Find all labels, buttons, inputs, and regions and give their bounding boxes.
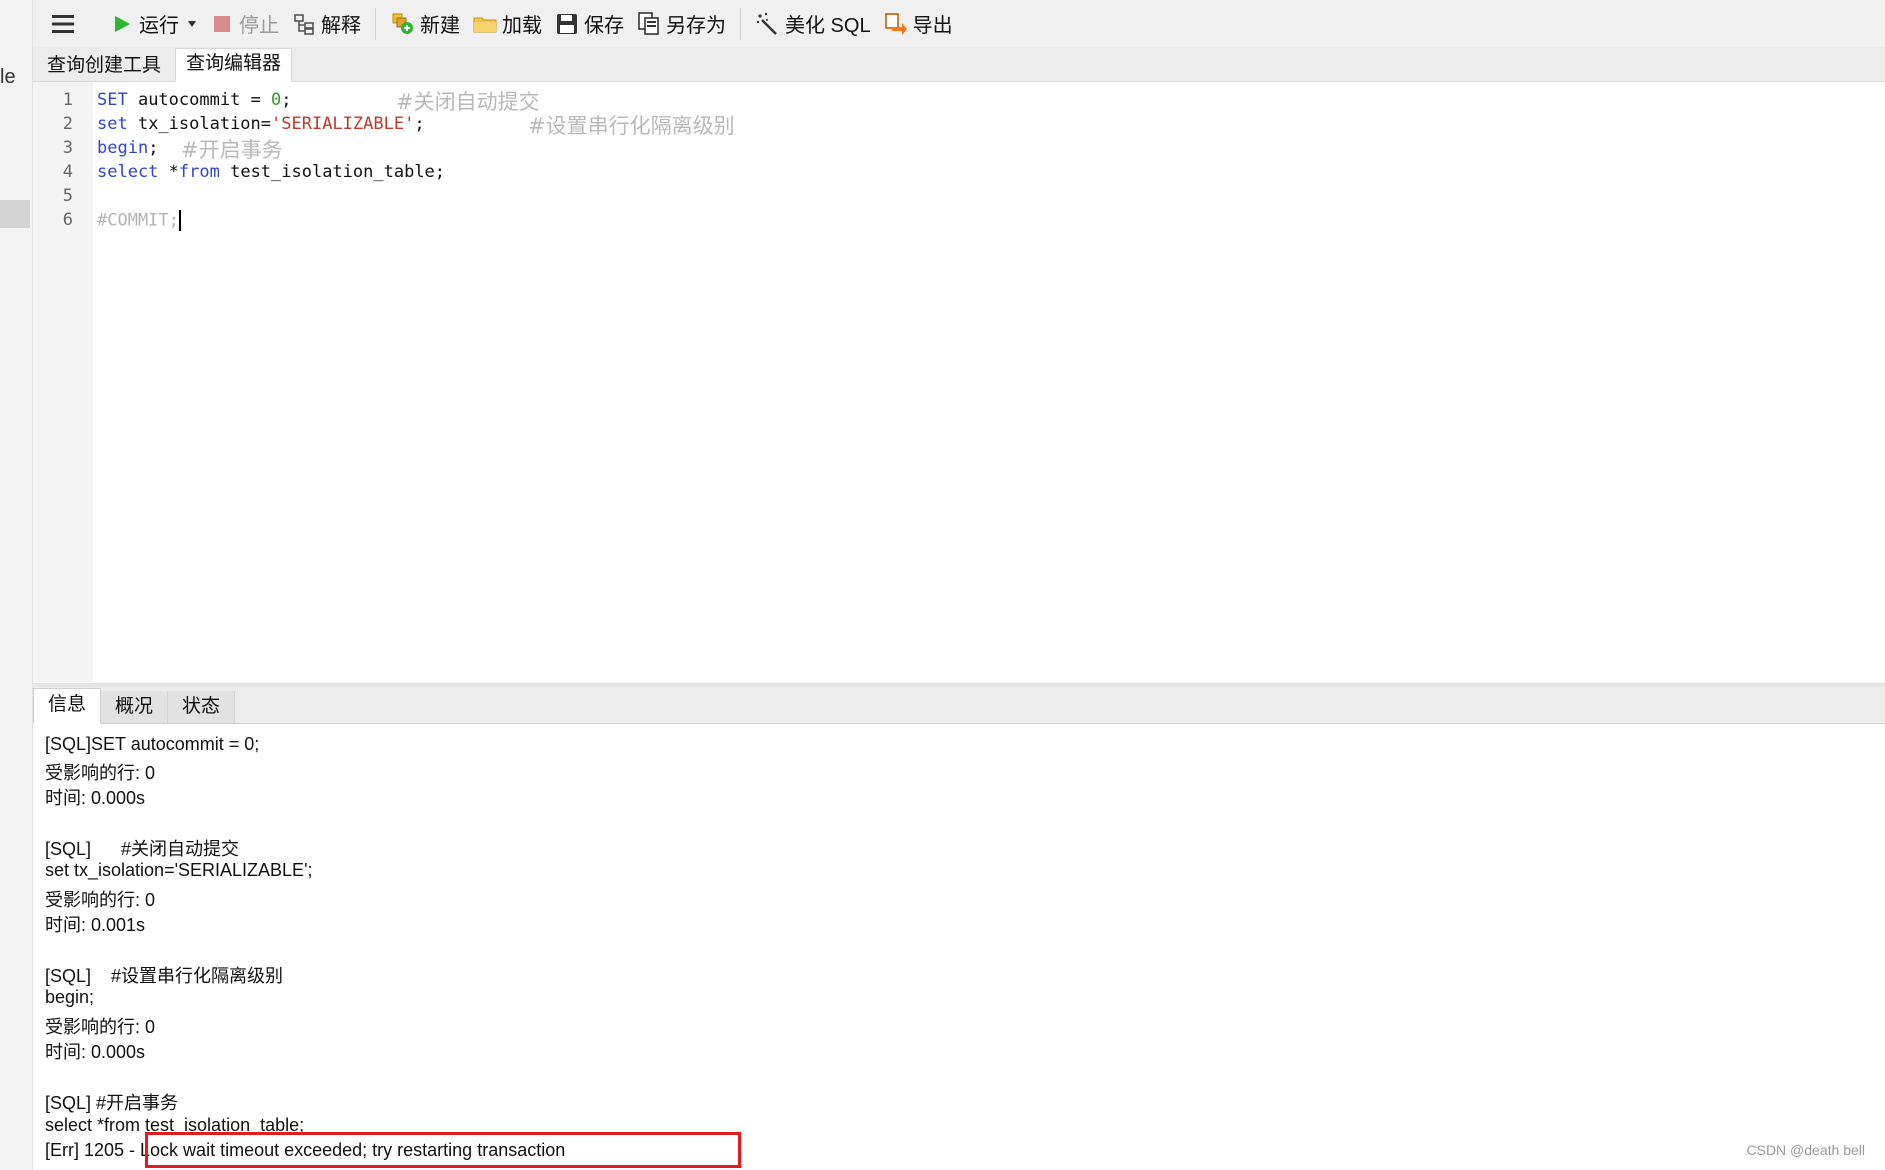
error-highlight-box: [145, 1132, 741, 1168]
sql-editor[interactable]: 1 2 3 4 5 6 SET autocommit = 0; #关闭自动提交 …: [33, 82, 1885, 682]
tab-status[interactable]: 状态: [168, 691, 236, 723]
line-number: 6: [62, 210, 73, 230]
editor-tab-bar: 查询创建工具 查询编辑器: [33, 47, 1885, 82]
line-number-gutter: 1 2 3 4 5 6: [33, 82, 93, 682]
code-comment: #开启事务: [181, 138, 283, 162]
toolbar-separator: [740, 7, 741, 40]
line-number: 2: [62, 114, 73, 134]
sql-keyword: begin: [97, 138, 149, 158]
code-text: ;: [281, 90, 292, 110]
sql-string: 'SERIALIZABLE': [271, 114, 415, 134]
result-line: [SQL] #设置串行化隔离级别: [45, 966, 284, 986]
result-line: [SQL]SET autocommit = 0;: [45, 734, 260, 754]
export-label: 导出: [912, 15, 953, 37]
run-dropdown-button[interactable]: [185, 4, 199, 44]
load-label: 加载: [502, 15, 542, 37]
save-button[interactable]: 保存: [548, 4, 630, 44]
result-messages: [SQL]SET autocommit = 0; 受影响的行: 0 时间: 0.…: [33, 724, 1885, 1170]
left-panel-label: le: [0, 66, 16, 88]
tab-query-builder[interactable]: 查询创建工具: [37, 51, 171, 81]
sql-number: 0: [271, 90, 282, 110]
stop-label: 停止: [239, 15, 279, 37]
run-button[interactable]: 运行: [103, 4, 185, 44]
line-number: 4: [62, 162, 73, 182]
stop-icon: [209, 11, 235, 37]
dropdown-arrow-icon: [188, 20, 196, 27]
line-number: 5: [62, 186, 73, 206]
code-text: test_isolation_table;: [219, 162, 446, 182]
explain-tree-icon: [291, 11, 317, 37]
code-line-1: SET autocommit = 0;: [97, 90, 292, 110]
save-as-label: 另存为: [666, 15, 726, 37]
result-line: begin;: [45, 987, 95, 1007]
code-line-3: begin;: [97, 138, 158, 158]
code-line-6: #COMMIT;: [97, 210, 181, 231]
line-number: 1: [62, 90, 73, 110]
explain-button[interactable]: 解释: [285, 4, 367, 44]
run-label: 运行: [139, 15, 179, 37]
stop-button[interactable]: 停止: [203, 4, 285, 44]
text-caret: [178, 210, 181, 231]
code-line-4: select *from test_isolation_table;: [97, 162, 445, 182]
code-text: autocommit =: [127, 90, 272, 110]
sql-keyword: SET: [97, 90, 128, 110]
result-line: [SQL] #关闭自动提交: [45, 839, 240, 859]
new-label: 新建: [420, 15, 460, 37]
folder-icon: [472, 11, 498, 37]
hamburger-menu-icon: [52, 14, 74, 33]
save-as-icon: [636, 11, 662, 37]
result-line: [SQL] #开启事务: [45, 1093, 179, 1113]
result-line: 时间: 0.000s: [45, 1042, 146, 1062]
play-icon: [109, 11, 135, 37]
code-text: ;: [148, 138, 159, 158]
code-comment: #关闭自动提交: [396, 90, 540, 114]
load-button[interactable]: 加载: [466, 4, 548, 44]
code-comment: #设置串行化隔离级别: [528, 114, 735, 138]
beautify-sql-label: 美化 SQL: [785, 15, 871, 37]
result-tab-bar: 信息 概况 状态: [33, 687, 1885, 724]
sql-keyword: from: [178, 162, 220, 182]
result-line: set tx_isolation='SERIALIZABLE';: [45, 860, 313, 880]
code-text: *: [158, 162, 179, 182]
sql-keyword: select: [97, 162, 159, 182]
watermark: CSDN @death bell: [1746, 1142, 1866, 1158]
line-number: 3: [62, 138, 73, 158]
code-text: ;: [414, 114, 425, 134]
new-query-icon: [390, 11, 416, 37]
result-line: 时间: 0.000s: [45, 788, 146, 808]
save-label: 保存: [584, 15, 624, 37]
toolbar: 运行 停止 解释 新建 加载 保存 另存为 美化 SQL 导出: [33, 0, 1885, 47]
sql-keyword: set: [97, 114, 128, 134]
tab-query-editor[interactable]: 查询编辑器: [175, 48, 293, 82]
export-button[interactable]: 导出: [877, 4, 959, 44]
result-line: 时间: 0.001s: [45, 915, 146, 935]
tab-overview[interactable]: 概况: [101, 691, 169, 723]
left-panel-selected-item[interactable]: [0, 200, 30, 228]
menu-button[interactable]: [43, 4, 83, 44]
left-side-panel: le: [0, 0, 33, 1170]
toolbar-separator: [375, 7, 376, 40]
tab-info[interactable]: 信息: [33, 688, 102, 724]
new-button[interactable]: 新建: [384, 4, 466, 44]
save-icon: [554, 11, 580, 37]
export-icon: [883, 11, 909, 37]
magic-wand-icon: [755, 11, 781, 37]
code-comment: #COMMIT;: [97, 210, 179, 231]
code-text: tx_isolation=: [127, 114, 272, 134]
result-line: 受影响的行: 0: [45, 763, 156, 783]
beautify-sql-button[interactable]: 美化 SQL: [749, 4, 877, 44]
save-as-button[interactable]: 另存为: [630, 4, 732, 44]
explain-label: 解释: [321, 15, 361, 37]
result-line: 受影响的行: 0: [45, 890, 156, 910]
result-line: 受影响的行: 0: [45, 1017, 156, 1037]
code-line-2: set tx_isolation='SERIALIZABLE';: [97, 114, 425, 134]
